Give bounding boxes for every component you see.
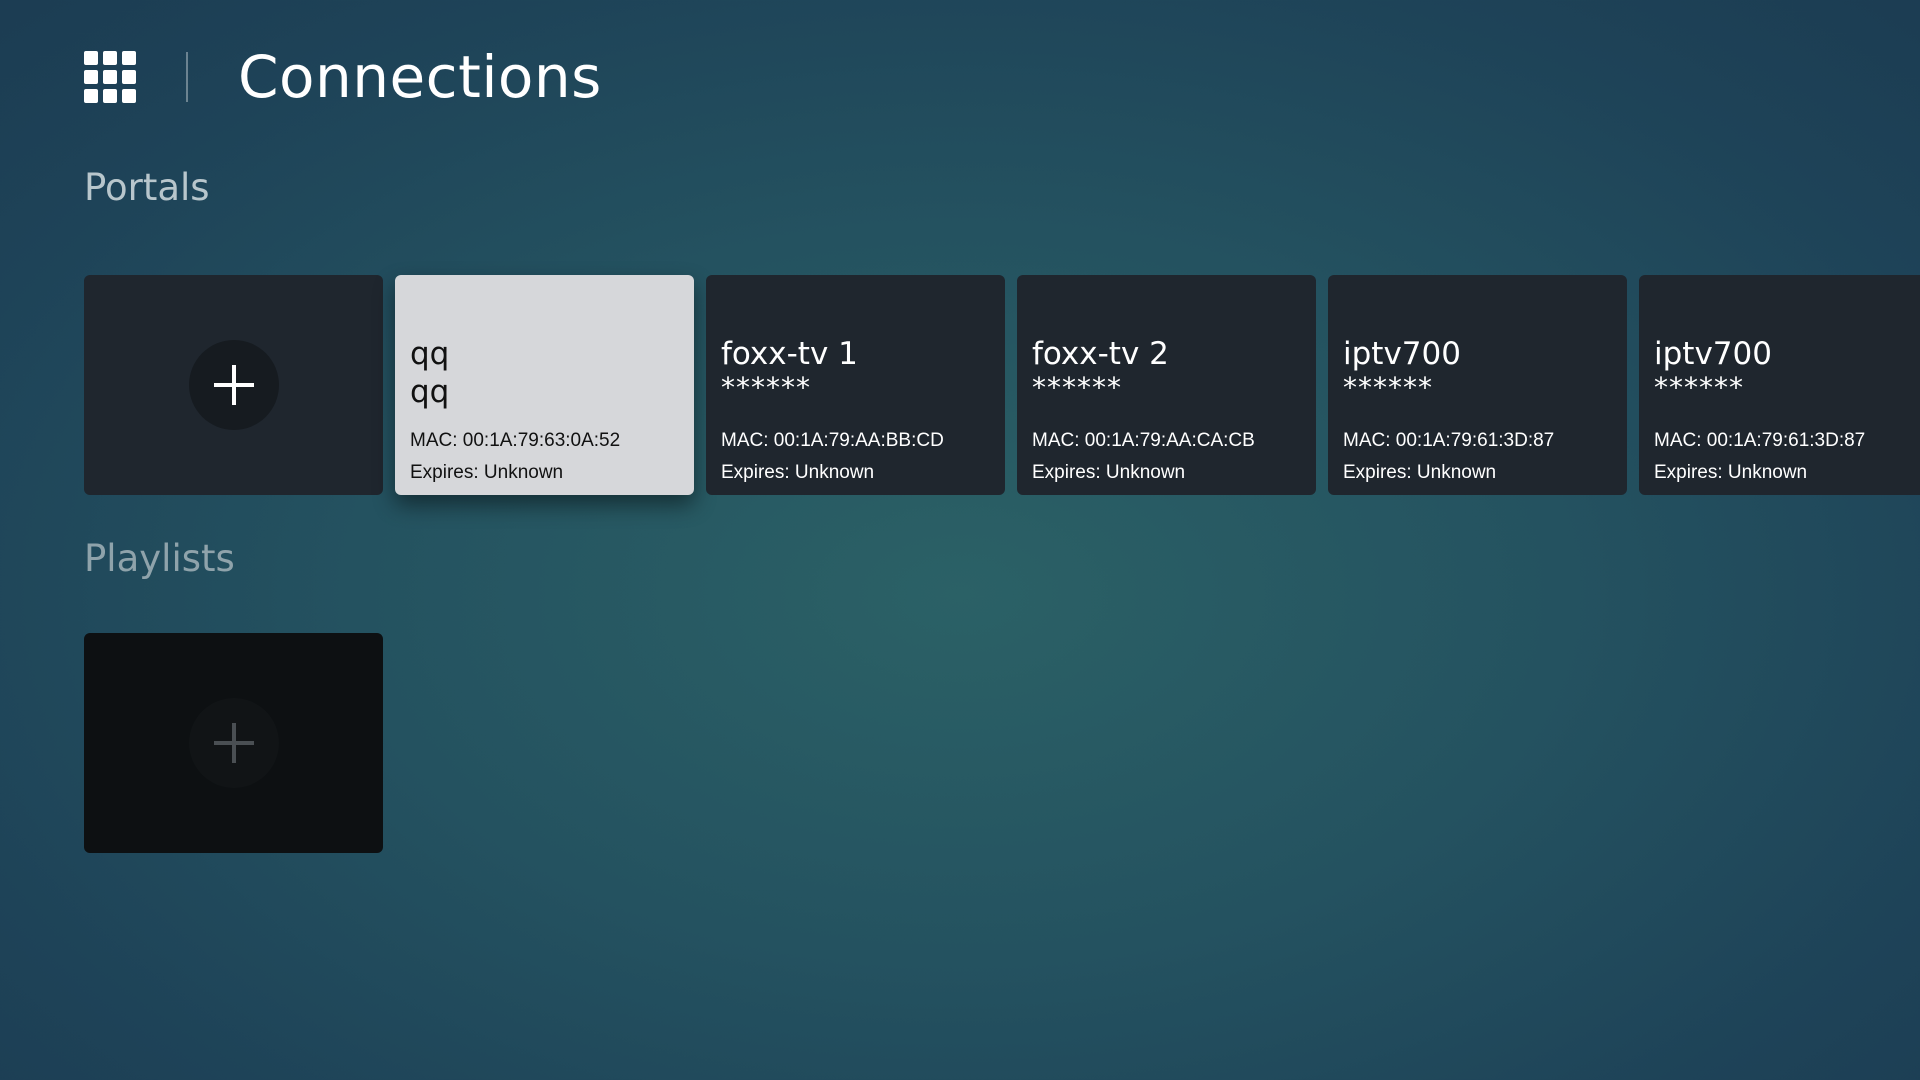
portal-subtitle: qq <box>410 374 450 410</box>
portal-mac: MAC: 00:1A:79:61:3D:87 <box>1343 430 1555 451</box>
portals-section-title: Portals <box>84 166 210 209</box>
plus-icon <box>213 365 254 405</box>
portal-card[interactable]: foxx-tv 2 ****** MAC: 00:1A:79:AA:CA:CB … <box>1017 275 1316 495</box>
add-playlist-button[interactable] <box>84 633 383 853</box>
portal-card[interactable]: iptv700 ****** MAC: 00:1A:79:61:3D:87 Ex… <box>1328 275 1627 495</box>
portal-name: foxx-tv 1 <box>721 336 858 372</box>
page-title: Connections <box>238 43 602 111</box>
playlists-row <box>84 633 383 853</box>
portal-card[interactable]: qq qq MAC: 00:1A:79:63:0A:52 Expires: Un… <box>395 275 694 495</box>
portal-mac: MAC: 00:1A:79:61:3D:87 <box>1654 430 1866 451</box>
add-portal-button[interactable] <box>84 275 383 495</box>
portal-card[interactable]: foxx-tv 1 ****** MAC: 00:1A:79:AA:BB:CD … <box>706 275 1005 495</box>
portal-name: foxx-tv 2 <box>1032 336 1169 372</box>
portal-expires: Expires: Unknown <box>410 462 564 483</box>
portal-expires: Expires: Unknown <box>1343 462 1497 483</box>
portal-expires: Expires: Unknown <box>1032 462 1186 483</box>
apps-grid-icon[interactable] <box>84 51 136 103</box>
portal-expires: Expires: Unknown <box>1654 462 1808 483</box>
portal-expires: Expires: Unknown <box>721 462 875 483</box>
playlists-section-title: Playlists <box>84 537 235 580</box>
portal-name: qq <box>410 336 450 372</box>
portal-password-mask: ****** <box>1654 371 1744 404</box>
header: Connections <box>84 43 602 111</box>
portal-mac: MAC: 00:1A:79:AA:CA:CB <box>1032 430 1255 451</box>
portal-mac: MAC: 00:1A:79:63:0A:52 <box>410 430 621 451</box>
plus-icon <box>213 723 254 763</box>
portal-name: iptv700 <box>1343 336 1461 372</box>
header-divider <box>186 52 188 102</box>
portal-mac: MAC: 00:1A:79:AA:BB:CD <box>721 430 944 451</box>
portals-row: qq qq MAC: 00:1A:79:63:0A:52 Expires: Un… <box>84 275 1920 495</box>
add-portal-circle <box>188 340 279 430</box>
portal-password-mask: ****** <box>1032 371 1122 404</box>
portal-name: iptv700 <box>1654 336 1772 372</box>
portal-card[interactable]: iptv700 ****** MAC: 00:1A:79:61:3D:87 Ex… <box>1639 275 1920 495</box>
portal-password-mask: ****** <box>721 371 811 404</box>
add-playlist-circle <box>188 698 279 788</box>
portal-password-mask: ****** <box>1343 371 1433 404</box>
